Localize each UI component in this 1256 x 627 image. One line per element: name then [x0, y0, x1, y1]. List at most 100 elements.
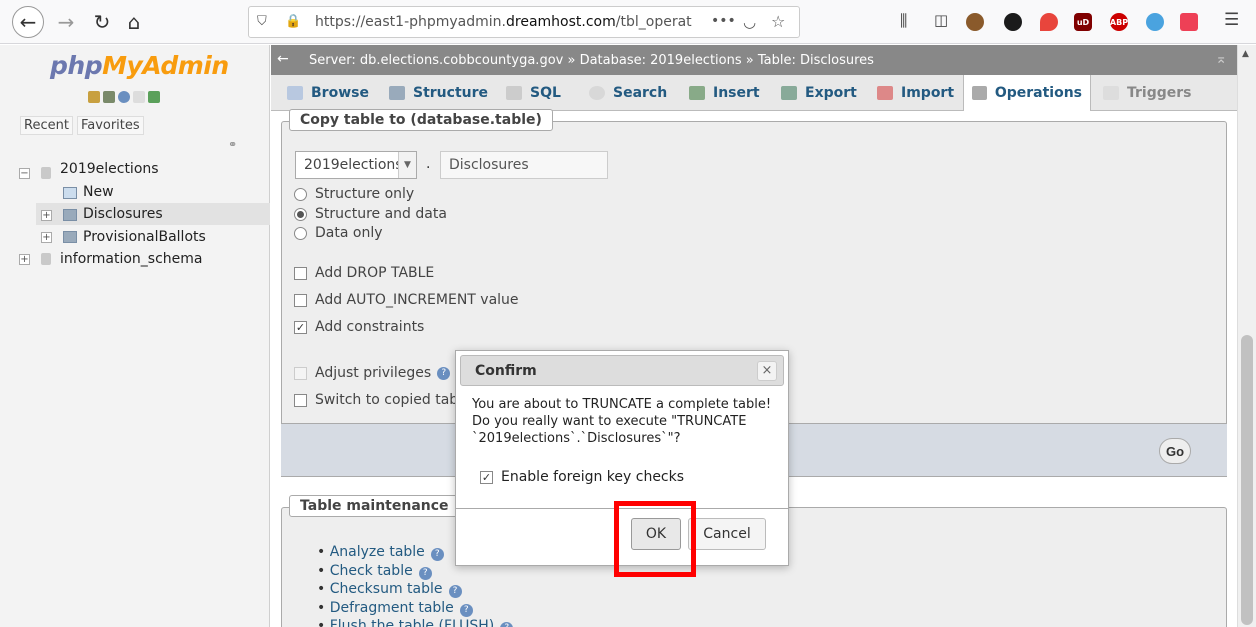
checkbox-adjust-privileges[interactable]: Adjust privileges?	[294, 365, 451, 381]
go-button[interactable]: Go	[1159, 438, 1191, 464]
cloud-icon[interactable]	[1146, 13, 1164, 31]
table-tabs: Browse Structure SQL Search Insert Expor…	[271, 75, 1237, 111]
radio-data-only[interactable]: Data only	[294, 225, 383, 241]
library-icon[interactable]: ⫼	[900, 11, 907, 31]
new-table-icon	[63, 187, 77, 199]
database-icon	[41, 253, 51, 265]
breadcrumb-table[interactable]: Table: Disclosures	[758, 53, 874, 68]
tab-triggers[interactable]: Triggers	[1095, 75, 1200, 111]
tree-db-information-schema[interactable]: information_schema	[60, 251, 203, 267]
checkbox-add-auto-increment[interactable]: Add AUTO_INCREMENT value	[294, 292, 519, 308]
page-scrollbar[interactable]: ▲	[1237, 45, 1256, 627]
extension-icon[interactable]	[1004, 13, 1022, 31]
pocket-ext-icon[interactable]	[1180, 13, 1198, 31]
breadcrumb-server[interactable]: Server: db.elections.cobbcountyga.gov »	[309, 53, 575, 68]
menu-icon[interactable]: ☰	[1224, 10, 1239, 30]
expand-icon[interactable]: +	[19, 254, 30, 265]
tree-table-disclosures[interactable]: Disclosures	[83, 206, 163, 222]
favorites-tab[interactable]: Favorites	[76, 116, 144, 135]
checkbox-checked[interactable]: ✓	[480, 470, 493, 484]
tab-sql[interactable]: SQL	[498, 75, 569, 111]
help-icon[interactable]: ?	[459, 604, 473, 617]
help-icon[interactable]	[118, 91, 130, 103]
scrollbar-thumb[interactable]	[1241, 335, 1253, 625]
collapse-icon[interactable]: −	[19, 168, 30, 179]
ok-button[interactable]: OK	[631, 518, 681, 550]
checkbox[interactable]	[294, 293, 307, 307]
tab-search[interactable]: Search	[581, 75, 675, 111]
scroll-up-icon[interactable]: ▲	[1242, 49, 1249, 59]
breadcrumb-database[interactable]: Database: 2019elections »	[580, 53, 754, 68]
pocket-icon[interactable]: ◡	[743, 13, 756, 31]
back-arrow-icon[interactable]: ←	[12, 6, 44, 38]
link-defragment-table[interactable]: Defragment table?	[317, 600, 473, 617]
lock-icon[interactable]: 🔒	[285, 14, 301, 29]
checkbox-add-drop-table[interactable]: Add DROP TABLE	[294, 265, 434, 281]
link-checksum-table[interactable]: Checksum table?	[317, 581, 462, 598]
help-icon[interactable]: ?	[448, 585, 462, 598]
checkbox-add-constraints[interactable]: ✓ Add constraints	[294, 319, 424, 335]
scroll-top-icon[interactable]: ⌅	[1215, 51, 1227, 67]
help-icon[interactable]: ?	[430, 548, 444, 561]
tab-structure[interactable]: Structure	[381, 75, 496, 111]
shield-icon[interactable]: ⛉	[257, 14, 267, 29]
adblock-icon[interactable]: ABP	[1110, 13, 1128, 31]
reload-nav-icon[interactable]	[148, 91, 160, 103]
expand-icon[interactable]: +	[41, 210, 52, 221]
radio-structure-only[interactable]: Structure only	[294, 186, 414, 202]
ublock-icon[interactable]: uD	[1074, 13, 1092, 31]
link-check-table[interactable]: Check table?	[317, 563, 432, 580]
database-select[interactable]: 2019elections ▼	[295, 151, 417, 179]
table-name-input[interactable]: Disclosures	[440, 151, 608, 179]
logout-icon[interactable]	[103, 91, 115, 103]
navigation-panel: phpMyAdmin Recent Favorites ⚭ − 2019elec…	[0, 45, 270, 627]
page-actions-menu[interactable]: •••	[711, 13, 736, 29]
radio-button[interactable]	[294, 226, 307, 240]
home-icon[interactable]: ⌂	[118, 6, 150, 38]
tree-table-provisionalballots[interactable]: ProvisionalBallots	[83, 229, 206, 245]
recent-tab[interactable]: Recent	[20, 116, 73, 135]
radio-button[interactable]	[294, 187, 307, 201]
radio-structure-and-data[interactable]: Structure and data	[294, 206, 447, 222]
docs-icon[interactable]	[133, 91, 145, 103]
recent-favorites-tabs: Recent Favorites	[20, 116, 144, 135]
confirm-dialog: Confirm × You are about to TRUNCATE a co…	[455, 350, 789, 566]
tab-export[interactable]: Export	[773, 75, 865, 111]
url-text[interactable]: https://east1-phpmyadmin.dreamhost.com/t…	[315, 14, 695, 30]
radio-button[interactable]	[294, 207, 307, 221]
link-icon[interactable]: ⚭	[228, 138, 237, 151]
checkbox-switch-to-copied[interactable]: Switch to copied table	[294, 392, 471, 408]
extension-icon[interactable]	[966, 13, 984, 31]
help-icon[interactable]: ?	[418, 567, 432, 580]
close-icon[interactable]: ×	[757, 361, 777, 381]
tree-db-2019elections[interactable]: 2019elections	[60, 161, 159, 177]
extension-icon[interactable]	[1040, 13, 1058, 31]
home-icon[interactable]	[88, 91, 100, 103]
dialog-titlebar[interactable]: Confirm ×	[460, 355, 784, 386]
sidebar-icon[interactable]: ◫	[934, 11, 948, 29]
tab-insert[interactable]: Insert	[681, 75, 768, 111]
tab-import[interactable]: Import	[869, 75, 962, 111]
forward-arrow-icon[interactable]: →	[50, 6, 82, 38]
link-flush-table[interactable]: Flush the table (FLUSH)?	[317, 618, 514, 627]
help-icon[interactable]: ?	[500, 622, 514, 627]
tab-operations[interactable]: Operations	[963, 75, 1091, 111]
bookmark-star-icon[interactable]: ☆	[771, 12, 785, 31]
checkbox-checked[interactable]: ✓	[294, 320, 307, 334]
checkbox-enable-foreign-key-checks[interactable]: ✓ Enable foreign key checks	[480, 469, 684, 485]
link-analyze-table[interactable]: Analyze table?	[317, 544, 444, 561]
structure-icon	[389, 86, 405, 100]
expand-icon[interactable]: +	[41, 232, 52, 243]
help-icon[interactable]: ?	[437, 366, 451, 380]
url-bar[interactable]: ⛉ 🔒 https://east1-phpmyadmin.dreamhost.c…	[248, 6, 800, 38]
phpmyadmin-logo[interactable]: phpMyAdmin	[50, 51, 229, 80]
dialog-divider	[456, 508, 788, 509]
tree-new[interactable]: New	[83, 184, 114, 200]
cancel-button[interactable]: Cancel	[688, 518, 766, 550]
collapse-nav-icon[interactable]: ←	[277, 51, 289, 67]
table-maintenance-legend: Table maintenance	[289, 495, 460, 517]
reload-icon[interactable]: ↻	[86, 6, 118, 38]
tab-browse[interactable]: Browse	[279, 75, 377, 111]
checkbox[interactable]	[294, 393, 307, 407]
checkbox[interactable]	[294, 266, 307, 280]
